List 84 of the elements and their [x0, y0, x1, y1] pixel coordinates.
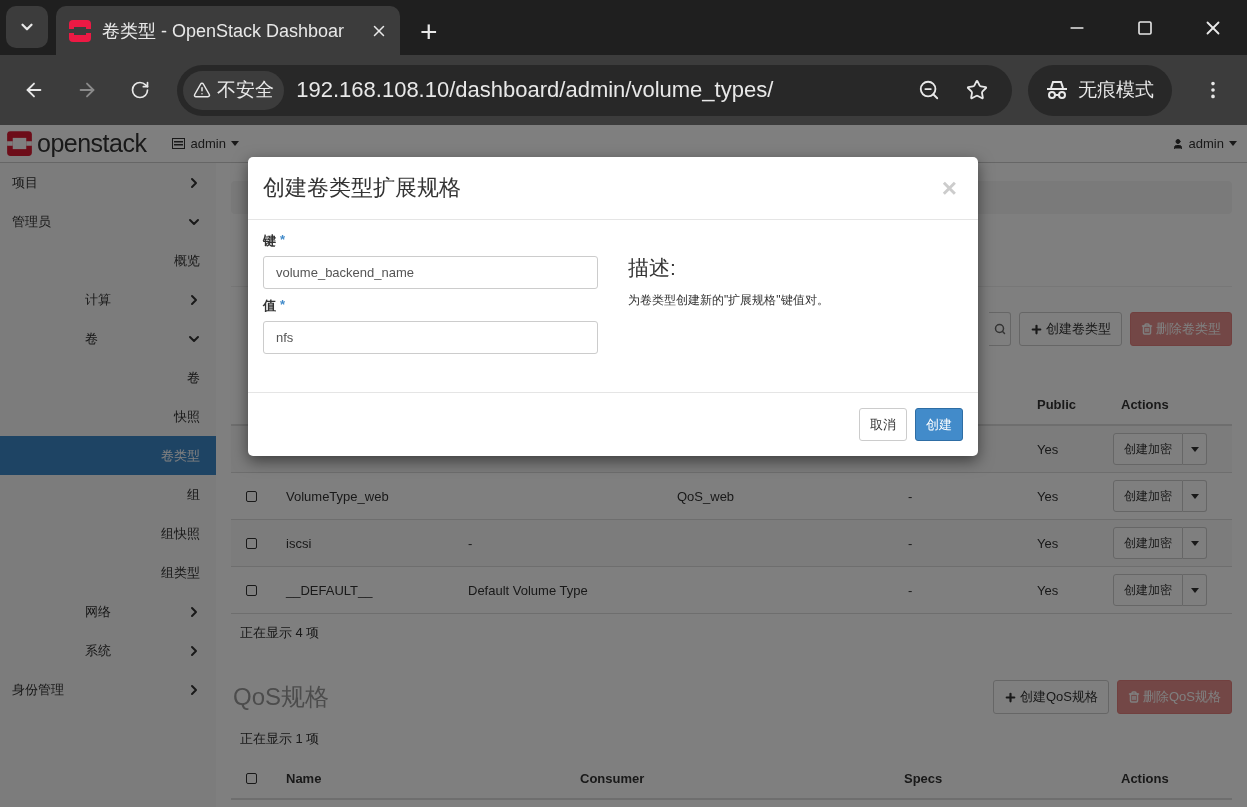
- select-all-checkbox[interactable]: [246, 772, 257, 784]
- browser-tab[interactable]: 卷类型 - OpenStack Dashboar: [56, 6, 400, 55]
- field-label: 值: [263, 297, 276, 315]
- dropdown-toggle[interactable]: [1183, 433, 1207, 465]
- create-button[interactable]: 创建: [915, 408, 963, 441]
- sidebar-item[interactable]: 快照: [0, 397, 216, 436]
- table-cell-text: Yes: [1036, 441, 1060, 457]
- new-tab-button[interactable]: +: [420, 17, 438, 47]
- search-button[interactable]: [989, 312, 1011, 346]
- table-cell-text: __DEFAULT__: [284, 582, 374, 598]
- tab-search-button[interactable]: [6, 6, 48, 48]
- table-cell-text: -: [907, 582, 914, 598]
- row-checkbox[interactable]: [246, 584, 257, 596]
- create-encryption-button[interactable]: 创建加密: [1113, 480, 1183, 512]
- create-encryption-button[interactable]: 创建加密: [1113, 433, 1183, 465]
- security-chip[interactable]: 不安全: [183, 70, 285, 110]
- table-cell-text: iscsi: [285, 535, 313, 551]
- warning-icon: [193, 81, 212, 99]
- incognito-chip[interactable]: 无痕模式: [1027, 64, 1172, 116]
- item-count: 正在显示 4 项: [239, 624, 321, 642]
- table-cell-text: VolumeType_web: [285, 488, 390, 504]
- table-cell-text: QoS_web: [676, 488, 736, 504]
- column-header: Consumer: [579, 770, 646, 786]
- column-header: Actions: [1120, 770, 1170, 786]
- column-header: Specs: [903, 770, 944, 786]
- create-encryption-button[interactable]: 创建加密: [1113, 574, 1183, 606]
- table-cell-text: -: [907, 488, 914, 504]
- create-encryption-button[interactable]: 创建加密: [1113, 527, 1183, 559]
- sidebar-group[interactable]: 系统: [0, 631, 216, 670]
- sidebar-group[interactable]: 网络: [0, 592, 216, 631]
- star-icon[interactable]: [965, 79, 988, 101]
- user-dropdown[interactable]: admin: [1171, 136, 1237, 151]
- table-cell-text: Default Volume Type: [467, 582, 589, 598]
- dropdown-toggle[interactable]: [1183, 480, 1207, 512]
- address-bar[interactable]: 不安全 192.168.108.10/dashboard/admin/volume_types/: [177, 64, 1012, 116]
- description-heading: 描述:: [628, 255, 677, 281]
- description-text: 为卷类型创建新的"扩展规格"键值对。: [628, 292, 830, 309]
- sidebar-item[interactable]: 组快照: [0, 514, 216, 553]
- sidebar-group[interactable]: 卷: [0, 319, 216, 358]
- search-icon: [993, 323, 1006, 335]
- zoom-out-icon[interactable]: [917, 79, 940, 101]
- required-mark: *: [280, 297, 286, 314]
- row-checkbox[interactable]: [246, 537, 257, 549]
- list-icon: [172, 138, 186, 149]
- incognito-icon: [1045, 80, 1068, 100]
- maximize-icon[interactable]: [1137, 19, 1153, 36]
- dropdown-toggle[interactable]: [1183, 527, 1207, 559]
- sidebar-item[interactable]: 组: [0, 475, 216, 514]
- reload-icon[interactable]: [129, 80, 150, 100]
- project-dropdown[interactable]: admin: [172, 136, 239, 151]
- column-header: Actions: [1120, 396, 1170, 412]
- input-field[interactable]: volume_backend_name: [263, 256, 598, 289]
- sidebar-item[interactable]: 卷类型: [0, 436, 216, 475]
- modal-title: 创建卷类型扩展规格: [263, 174, 461, 202]
- input-field[interactable]: nfs: [263, 321, 598, 354]
- openstack-tab-icon: [68, 18, 92, 43]
- cancel-button[interactable]: 取消: [859, 408, 907, 441]
- table-cell-text: -: [907, 535, 914, 551]
- table-cell-text: Yes: [1036, 488, 1060, 504]
- column-header: Public: [1036, 396, 1077, 412]
- sidebar-group[interactable]: 管理员: [0, 202, 216, 241]
- item-count: 正在显示 1 项: [239, 730, 321, 748]
- logo-icon: [6, 130, 33, 157]
- user-icon: [1171, 137, 1184, 150]
- table-cell-text: -: [467, 535, 474, 551]
- table-cell-text: Yes: [1036, 582, 1060, 598]
- row-checkbox[interactable]: [246, 490, 257, 502]
- sidebar-item[interactable]: 卷: [0, 358, 216, 397]
- sidebar-group[interactable]: 身份管理: [0, 670, 216, 709]
- logo-text: openstack: [37, 129, 147, 158]
- field-label: 键: [263, 232, 276, 250]
- sidebar-group[interactable]: 项目: [0, 163, 216, 202]
- plus-icon: [1030, 322, 1043, 336]
- sidebar-item[interactable]: 概览: [0, 241, 216, 280]
- dropdown-toggle[interactable]: [1183, 574, 1207, 606]
- table-cell-text: Yes: [1036, 535, 1060, 551]
- required-mark: *: [280, 232, 286, 249]
- sidebar-group[interactable]: 计算: [0, 280, 216, 319]
- sidebar-item[interactable]: 组类型: [0, 553, 216, 592]
- create-button[interactable]: 创建QoS规格: [992, 680, 1109, 714]
- url-text: 192.168.108.10/dashboard/admin/volume_types/: [296, 77, 775, 103]
- plus-icon: [1003, 690, 1017, 704]
- column-header: Name: [285, 770, 323, 786]
- create-button[interactable]: 创建卷类型: [1019, 312, 1122, 346]
